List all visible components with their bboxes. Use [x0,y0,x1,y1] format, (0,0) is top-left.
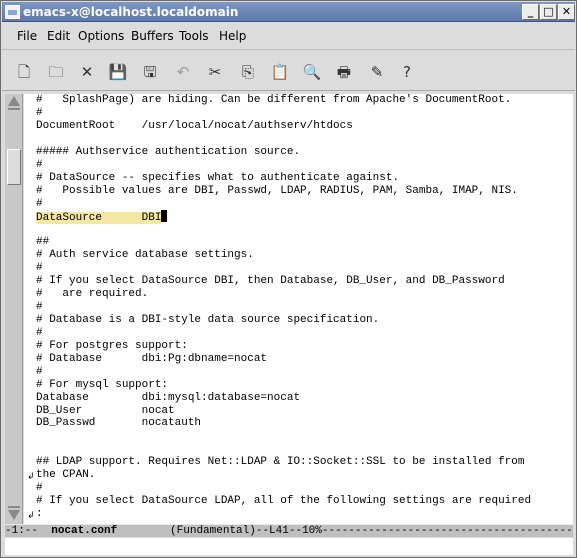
buffer-line[interactable]: # If you select DataSource DBI, then Dat… [36,275,531,288]
buffer-line[interactable]: # [36,262,531,275]
buffer-line[interactable]: # For postgres support: [36,340,531,353]
buffer-line[interactable]: the CPAN. [36,469,531,482]
emacs-window: emacs-x@localhost.localdomain _ □ ✕ File… [0,0,577,558]
buffer-line[interactable]: # [36,159,531,172]
buffer-line[interactable]: DB_User nocat [36,405,531,418]
buffer-line[interactable]: # [36,366,531,379]
buffer-line[interactable] [36,133,531,146]
buffer-line[interactable]: # Database dbi:Pg:dbname=nocat [36,353,531,366]
buffer-line[interactable]: # [36,198,531,211]
open-folder-icon[interactable]: 🗀 [44,61,68,83]
buffer-line[interactable]: DocumentRoot /usr/local/nocat/authserv/h… [36,120,531,133]
menu-bar: File Edit Options Buffers Tools Help [2,23,575,50]
buffer-line[interactable]: # [36,482,531,495]
buffer-line[interactable]: Database dbi:mysql:database=nocat [36,392,531,405]
buffer-line[interactable] [36,223,531,236]
copy-icon[interactable]: ⎘ [236,61,260,83]
close-icon[interactable]: ✕ [75,61,99,83]
wrap-continuation-icon: ↲ [27,472,35,482]
app-icon[interactable] [5,5,20,19]
modeline-prefix: -1:-- [5,525,52,537]
modeline-buffer-name[interactable]: nocat.conf [51,525,117,537]
scrollbar-thumb[interactable] [7,149,21,185]
print-icon[interactable]: 🖶 [332,61,356,83]
title-bar[interactable]: emacs-x@localhost.localdomain _ □ ✕ [2,2,575,22]
buffer-line[interactable]: DB_Passwd nocatauth [36,417,531,430]
menu-help[interactable]: Help [219,29,246,44]
highlighted-line-text[interactable]: DataSource DBI [36,212,162,225]
toolbar: 🗋 🗀 ✕ 💾 🖫 ↶ ✂ ⎘ 📋 🔍 🖶 ✎ ? [2,53,575,91]
buffer-line[interactable]: # Possible values are DBI, Passwd, LDAP,… [36,185,531,198]
scroll-top-bar-icon [8,108,20,110]
cut-icon[interactable]: ✂ [203,61,227,83]
buffer-line[interactable]: # [36,301,531,314]
new-file-icon[interactable]: 🗋 [12,61,36,83]
mode-line: -1:-- nocat.conf (Fundamental)--L41--10%… [5,524,573,537]
buffer-line[interactable]: DataSource DBI [36,210,531,225]
vertical-scrollbar[interactable] [5,94,23,524]
buffer-line[interactable]: # Database is a DBI-style data source sp… [36,314,531,327]
save-as-icon[interactable]: 🖫 [138,61,162,83]
customize-icon[interactable]: ✎ [365,61,389,83]
buffer-line[interactable]: # For mysql support: [36,379,531,392]
menu-edit[interactable]: Edit [47,29,70,44]
buffer-line[interactable]: # [36,107,531,120]
scroll-up-arrow-icon[interactable] [8,96,20,106]
scroll-bottom-bar-icon [8,506,20,508]
buffer-line[interactable]: ##### Authservice authentication source. [36,146,531,159]
buffer-line[interactable]: ## LDAP support. Requires Net::LDAP & IO… [36,456,531,469]
buffer-line[interactable]: # If you select DataSource LDAP, all of … [36,495,531,508]
buffer-line[interactable]: # SplashPage) are hiding. Can be differe… [36,94,531,107]
minimize-button[interactable]: _ [522,4,539,20]
undo-icon[interactable]: ↶ [171,61,195,83]
editor-buffer[interactable]: ↲ ↲ # SplashPage) are hiding. Can be dif… [24,94,573,524]
close-window-button[interactable]: ✕ [558,4,575,20]
menu-buffers[interactable]: Buffers [131,29,174,44]
scroll-down-arrow-icon[interactable] [8,510,20,520]
buffer-line[interactable]: # are required. [36,288,531,301]
search-icon[interactable]: 🔍 [300,61,324,83]
buffer-text[interactable]: # SplashPage) are hiding. Can be differe… [36,94,531,521]
minibuffer[interactable] [5,538,573,555]
buffer-line[interactable] [36,443,531,456]
buffer-line[interactable]: # Auth service database settings. [36,249,531,262]
menu-tools[interactable]: Tools [179,29,209,44]
buffer-line[interactable] [36,430,531,443]
paste-icon[interactable]: 📋 [268,61,292,83]
buffer-line[interactable]: : [36,508,531,521]
buffer-line[interactable]: # DataSource -- specifies what to authen… [36,172,531,185]
buffer-line[interactable]: ## [36,236,531,249]
buffer-line[interactable]: # [36,327,531,340]
wrap-continuation-icon: ↲ [27,511,35,521]
menu-options[interactable]: Options [78,29,124,44]
maximize-button[interactable]: □ [540,4,557,20]
modeline-status: (Fundamental)--L41--10%-----------------… [117,525,573,537]
help-icon[interactable]: ? [395,61,419,83]
text-cursor [161,210,168,223]
save-icon[interactable]: 💾 [106,61,130,83]
menu-file[interactable]: File [17,29,37,44]
window-title: emacs-x@localhost.localdomain [23,5,239,19]
